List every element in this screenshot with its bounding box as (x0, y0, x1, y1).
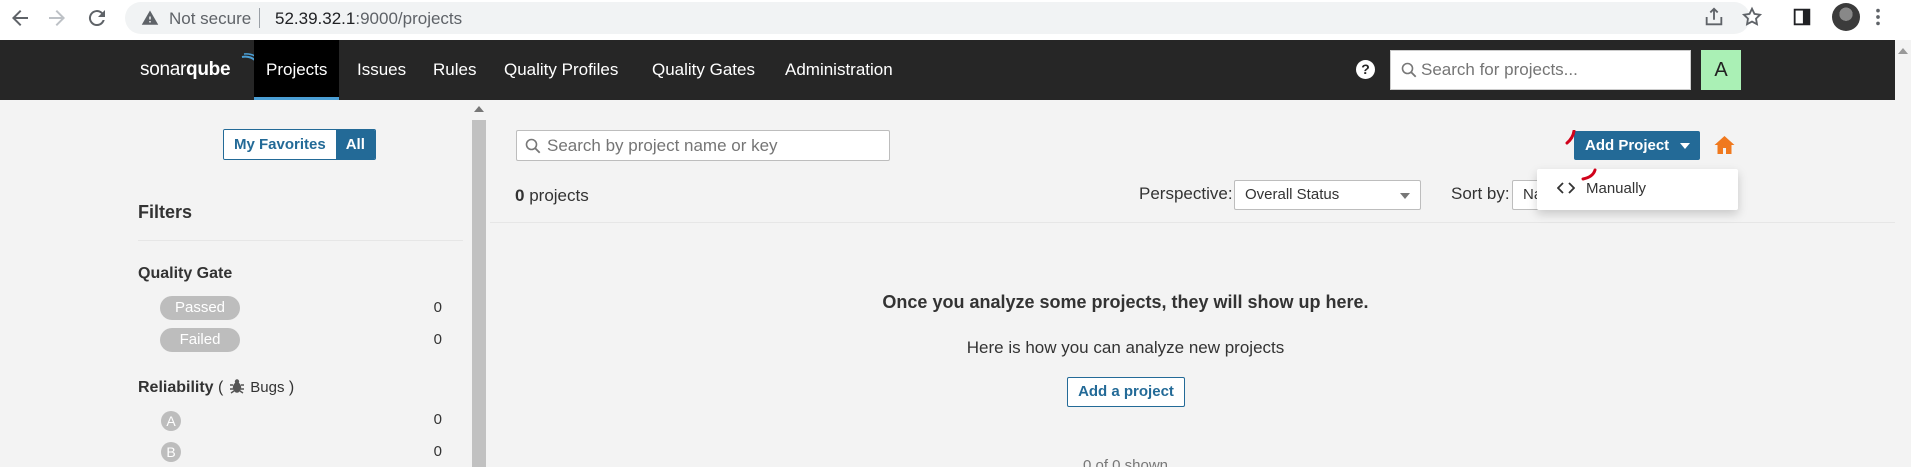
scroll-up-arrow-icon[interactable] (474, 106, 484, 112)
filters-divider (138, 240, 463, 241)
share-icon[interactable] (1703, 6, 1725, 33)
nav-quality-profiles[interactable]: Quality Profiles (492, 40, 630, 100)
reliability-label: Reliability (138, 379, 214, 396)
home-icon[interactable] (1714, 135, 1735, 160)
quality-gate-passed-filter[interactable]: Passed (160, 296, 240, 320)
reload-icon[interactable] (85, 6, 109, 30)
page-scrollbar[interactable] (1895, 40, 1911, 467)
reliability-open-paren: ( (218, 379, 224, 396)
perspective-label: Perspective: (1139, 184, 1233, 203)
reliability-close-paren: ) (288, 379, 295, 396)
quality-gate-passed-count: 0 (433, 299, 442, 316)
red-annotation-mark (1581, 168, 1597, 181)
address-separator (259, 8, 260, 28)
red-annotation-mark (1565, 130, 1576, 145)
user-avatar[interactable]: A (1701, 50, 1741, 90)
filters-title: Filters (138, 202, 193, 222)
empty-state-subtitle: Here is how you can analyze new projects (966, 338, 1285, 357)
back-arrow-icon[interactable] (8, 6, 32, 30)
help-icon[interactable]: ? (1356, 60, 1375, 79)
quality-gate-failed-filter[interactable]: Failed (160, 328, 240, 352)
url-text: 52.39.32.1:9000/projects (275, 9, 462, 29)
my-favorites-button[interactable]: My Favorites (224, 130, 336, 159)
bookmark-star-icon[interactable] (1741, 6, 1763, 33)
nav-quality-gates[interactable]: Quality Gates (640, 40, 767, 100)
nav-issues[interactable]: Issues (345, 40, 418, 100)
page-scroll-up-arrow-icon[interactable] (1898, 48, 1908, 54)
quality-gate-failed-count: 0 (433, 331, 442, 348)
reliability-b-count: 0 (433, 443, 442, 460)
code-icon (1556, 181, 1576, 200)
nav-administration[interactable]: Administration (773, 40, 905, 100)
sort-by-label: Sort by: (1451, 184, 1510, 203)
url-host: 52.39.32.1 (275, 9, 356, 28)
browser-toolbar: Not secure 52.39.32.1:9000/projects (0, 0, 1911, 40)
search-icon (1401, 62, 1417, 83)
nav-projects[interactable]: Projects (254, 40, 340, 100)
add-project-button[interactable]: Add Project (1574, 131, 1700, 160)
global-search-input[interactable] (1421, 51, 1686, 89)
reliability-rating-a[interactable]: A (161, 411, 181, 431)
browser-menu-icon[interactable] (1874, 6, 1882, 33)
forward-arrow-icon[interactable] (45, 6, 69, 30)
browser-profile-avatar[interactable] (1832, 3, 1860, 31)
perspective-value: Overall Status (1245, 186, 1340, 203)
project-count-value: 0 (515, 186, 525, 205)
security-label: Not secure (169, 9, 252, 28)
empty-state-title: Once you analyze some projects, they wil… (882, 292, 1369, 312)
perspective-select[interactable]: Overall Status (1234, 180, 1421, 210)
caret-down-icon (1680, 143, 1690, 149)
reliability-rating-b[interactable]: B (161, 442, 181, 462)
sidebar-scroll-thumb[interactable] (472, 120, 486, 467)
bug-icon (229, 379, 244, 394)
reliability-metric-label: Bugs (250, 379, 285, 396)
quality-gate-facet-title: Quality Gate (138, 265, 233, 282)
project-count-suffix: projects (529, 186, 589, 205)
url-path: :9000/projects (355, 9, 463, 28)
side-panel-icon[interactable] (1791, 6, 1813, 33)
project-count: 0 projects (515, 186, 589, 206)
favorites-toggle: My Favorites All (223, 129, 376, 160)
shown-count: 0 of 0 shown (1082, 457, 1169, 467)
add-a-project-button[interactable]: Add a project (1067, 377, 1185, 407)
add-project-label: Add Project (1585, 137, 1670, 154)
logo-text-sonar: sonar (140, 59, 187, 80)
all-button[interactable]: All (335, 130, 375, 159)
add-project-dropdown: Manually (1537, 169, 1738, 210)
sonarqube-logo[interactable]: sonarqube (140, 53, 262, 81)
search-icon (525, 138, 541, 159)
filters-sidebar: My Favorites All Filters Quality Gate Pa… (0, 100, 470, 467)
project-search-input[interactable] (547, 131, 887, 160)
reliability-facet-title: Reliability ( Bugs ) (138, 377, 294, 397)
reliability-a-count: 0 (433, 411, 442, 428)
chevron-down-icon (1400, 193, 1410, 199)
address-bar[interactable]: Not secure 52.39.32.1:9000/projects (125, 2, 1750, 34)
global-search-box (1390, 50, 1691, 90)
project-search-box (516, 130, 890, 161)
global-navbar: sonarqube Projects Issues Rules Quality … (0, 40, 1911, 100)
logo-text-qube: qube (186, 59, 231, 80)
projects-header-divider (490, 222, 1911, 223)
nav-rules[interactable]: Rules (421, 40, 488, 100)
warning-icon (141, 9, 159, 32)
